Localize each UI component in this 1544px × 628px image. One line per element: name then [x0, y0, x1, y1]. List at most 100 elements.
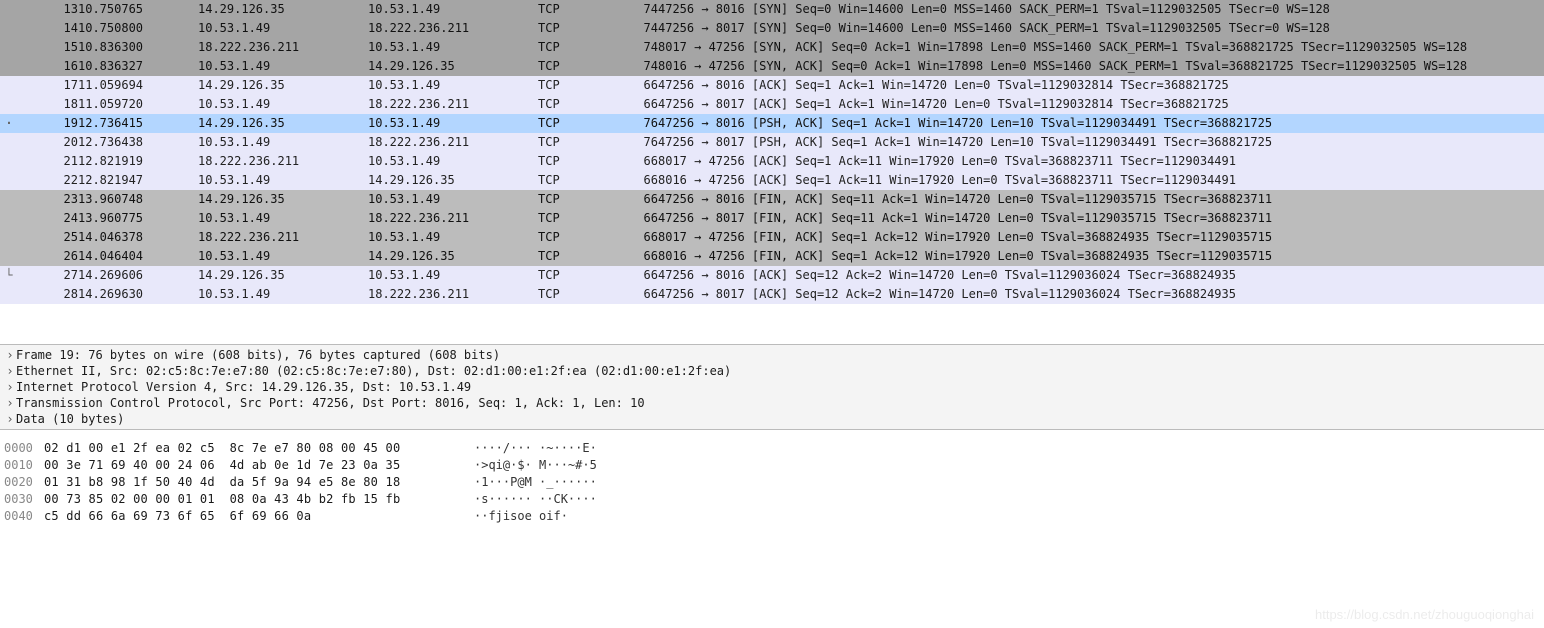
- col-length: 74: [618, 57, 658, 76]
- col-protocol: TCP: [538, 285, 618, 304]
- hex-row[interactable]: 001000 3e 71 69 40 00 24 06 4d ab 0e 1d …: [4, 457, 1540, 474]
- tree-marker: [0, 0, 18, 19]
- col-source: 18.222.236.211: [198, 38, 368, 57]
- packet-row[interactable]: 2012.73643810.53.1.4918.222.236.211TCP76…: [0, 133, 1544, 152]
- col-source: 18.222.236.211: [198, 228, 368, 247]
- detail-text: Frame 19: 76 bytes on wire (608 bits), 7…: [16, 348, 500, 362]
- tree-marker: [0, 133, 18, 152]
- chevron-right-icon[interactable]: ›: [4, 396, 16, 410]
- tree-marker: [0, 95, 18, 114]
- packet-row[interactable]: 2313.96074814.29.126.3510.53.1.49TCP6647…: [0, 190, 1544, 209]
- detail-row[interactable]: ›Frame 19: 76 bytes on wire (608 bits), …: [0, 347, 1544, 363]
- col-no: 27: [18, 266, 78, 285]
- hex-offset: 0010: [4, 457, 44, 474]
- col-source: 14.29.126.35: [198, 0, 368, 19]
- packet-row[interactable]: 2514.04637818.222.236.21110.53.1.49TCP66…: [0, 228, 1544, 247]
- chevron-right-icon[interactable]: ›: [4, 348, 16, 362]
- col-time: 10.750765: [78, 0, 198, 19]
- packet-row[interactable]: └2714.26960614.29.126.3510.53.1.49TCP664…: [0, 266, 1544, 285]
- col-destination: 10.53.1.49: [368, 228, 538, 247]
- packet-row[interactable]: 1510.83630018.222.236.21110.53.1.49TCP74…: [0, 38, 1544, 57]
- col-time: 14.046378: [78, 228, 198, 247]
- col-destination: 14.29.126.35: [368, 247, 538, 266]
- packet-hex-pane[interactable]: 000002 d1 00 e1 2f ea 02 c5 8c 7e e7 80 …: [0, 430, 1544, 535]
- hex-row[interactable]: 003000 73 85 02 00 00 01 01 08 0a 43 4b …: [4, 491, 1540, 508]
- col-no: 22: [18, 171, 78, 190]
- hex-offset: 0040: [4, 508, 44, 525]
- col-length: 66: [618, 247, 658, 266]
- packet-row[interactable]: 2614.04640410.53.1.4914.29.126.35TCP6680…: [0, 247, 1544, 266]
- col-destination: 10.53.1.49: [368, 190, 538, 209]
- tree-marker: [0, 57, 18, 76]
- col-time: 10.750800: [78, 19, 198, 38]
- col-destination: 10.53.1.49: [368, 76, 538, 95]
- chevron-right-icon[interactable]: ›: [4, 364, 16, 378]
- col-info: 8016 → 47256 [FIN, ACK] Seq=1 Ack=12 Win…: [658, 247, 1544, 266]
- packet-row[interactable]: 2212.82194710.53.1.4914.29.126.35TCP6680…: [0, 171, 1544, 190]
- hex-row[interactable]: 000002 d1 00 e1 2f ea 02 c5 8c 7e e7 80 …: [4, 440, 1540, 457]
- col-protocol: TCP: [538, 19, 618, 38]
- hex-row[interactable]: 0040c5 dd 66 6a 69 73 6f 65 6f 69 66 0a·…: [4, 508, 1540, 525]
- hex-bytes: 00 3e 71 69 40 00 24 06 4d ab 0e 1d 7e 2…: [44, 457, 474, 474]
- col-length: 66: [618, 190, 658, 209]
- col-time: 10.836327: [78, 57, 198, 76]
- col-destination: 18.222.236.211: [368, 133, 538, 152]
- col-time: 12.736415: [78, 114, 198, 133]
- packet-row[interactable]: 1610.83632710.53.1.4914.29.126.35TCP7480…: [0, 57, 1544, 76]
- detail-row[interactable]: ›Ethernet II, Src: 02:c5:8c:7e:e7:80 (02…: [0, 363, 1544, 379]
- detail-row[interactable]: ›Data (10 bytes): [0, 411, 1544, 427]
- col-info: 47256 → 8016 [ACK] Seq=1 Ack=1 Win=14720…: [658, 76, 1544, 95]
- chevron-right-icon[interactable]: ›: [4, 380, 16, 394]
- col-source: 10.53.1.49: [198, 95, 368, 114]
- packet-row[interactable]: 1410.75080010.53.1.4918.222.236.211TCP74…: [0, 19, 1544, 38]
- col-source: 10.53.1.49: [198, 171, 368, 190]
- col-length: 66: [618, 76, 658, 95]
- hex-offset: 0000: [4, 440, 44, 457]
- col-source: 10.53.1.49: [198, 19, 368, 38]
- hex-ascii: ·>qi@·$· M···~#·5: [474, 457, 597, 474]
- col-source: 10.53.1.49: [198, 133, 368, 152]
- hex-bytes: 01 31 b8 98 1f 50 40 4d da 5f 9a 94 e5 8…: [44, 474, 474, 491]
- col-no: 18: [18, 95, 78, 114]
- hex-row[interactable]: 002001 31 b8 98 1f 50 40 4d da 5f 9a 94 …: [4, 474, 1540, 491]
- packet-details-pane[interactable]: ›Frame 19: 76 bytes on wire (608 bits), …: [0, 344, 1544, 430]
- tree-marker: └: [0, 266, 18, 285]
- packet-row[interactable]: 1711.05969414.29.126.3510.53.1.49TCP6647…: [0, 76, 1544, 95]
- packet-row[interactable]: 2112.82191918.222.236.21110.53.1.49TCP66…: [0, 152, 1544, 171]
- hex-bytes: c5 dd 66 6a 69 73 6f 65 6f 69 66 0a: [44, 508, 474, 525]
- col-destination: 14.29.126.35: [368, 171, 538, 190]
- col-length: 66: [618, 285, 658, 304]
- detail-row[interactable]: ›Internet Protocol Version 4, Src: 14.29…: [0, 379, 1544, 395]
- col-protocol: TCP: [538, 76, 618, 95]
- detail-text: Internet Protocol Version 4, Src: 14.29.…: [16, 380, 471, 394]
- packet-row[interactable]: ·1912.73641514.29.126.3510.53.1.49TCP764…: [0, 114, 1544, 133]
- chevron-right-icon[interactable]: ›: [4, 412, 16, 426]
- col-no: 14: [18, 19, 78, 38]
- col-protocol: TCP: [538, 228, 618, 247]
- col-no: 28: [18, 285, 78, 304]
- col-protocol: TCP: [538, 95, 618, 114]
- col-time: 11.059720: [78, 95, 198, 114]
- packet-row[interactable]: 1310.75076514.29.126.3510.53.1.49TCP7447…: [0, 0, 1544, 19]
- packet-row[interactable]: 2413.96077510.53.1.4918.222.236.211TCP66…: [0, 209, 1544, 228]
- col-time: 11.059694: [78, 76, 198, 95]
- packet-row[interactable]: 2814.26963010.53.1.4918.222.236.211TCP66…: [0, 285, 1544, 304]
- detail-row[interactable]: ›Transmission Control Protocol, Src Port…: [0, 395, 1544, 411]
- watermark-text: https://blog.csdn.net/zhouguoqionghai: [1315, 607, 1534, 622]
- col-destination: 14.29.126.35: [368, 57, 538, 76]
- tree-marker: [0, 209, 18, 228]
- col-info: 8016 → 47256 [SYN, ACK] Seq=0 Ack=1 Win=…: [658, 57, 1544, 76]
- col-no: 23: [18, 190, 78, 209]
- col-protocol: TCP: [538, 247, 618, 266]
- col-length: 66: [618, 209, 658, 228]
- col-no: 13: [18, 0, 78, 19]
- col-no: 26: [18, 247, 78, 266]
- col-protocol: TCP: [538, 190, 618, 209]
- detail-text: Transmission Control Protocol, Src Port:…: [16, 396, 645, 410]
- packet-list[interactable]: 1310.75076514.29.126.3510.53.1.49TCP7447…: [0, 0, 1544, 304]
- col-info: 47256 → 8016 [ACK] Seq=12 Ack=2 Win=1472…: [658, 266, 1544, 285]
- col-source: 14.29.126.35: [198, 114, 368, 133]
- col-destination: 18.222.236.211: [368, 95, 538, 114]
- col-time: 13.960748: [78, 190, 198, 209]
- packet-row[interactable]: 1811.05972010.53.1.4918.222.236.211TCP66…: [0, 95, 1544, 114]
